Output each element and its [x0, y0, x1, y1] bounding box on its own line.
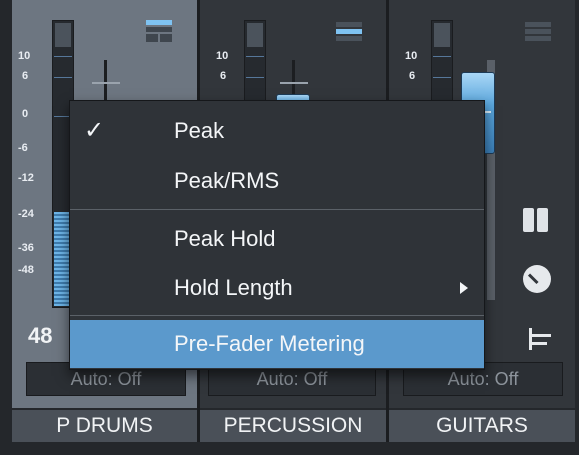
meter-mode-icon[interactable] [336, 22, 362, 46]
unity-mark [92, 82, 120, 84]
menu-item-pre-fader-metering[interactable]: Pre-Fader Metering [70, 320, 484, 368]
channel-name-label[interactable]: P DRUMS [12, 410, 197, 442]
scale-label: 10 [18, 50, 31, 62]
menu-item-peak[interactable]: ✓ Peak [70, 107, 484, 155]
scale-label: 6 [220, 70, 227, 82]
menu-item-label: Pre-Fader Metering [174, 331, 365, 356]
unity-mark [280, 82, 308, 84]
meter-context-menu: ✓ Peak Peak/RMS Peak Hold Hold Length Pr… [69, 100, 485, 370]
level-readout: 48 [28, 323, 53, 348]
scale-label: 10 [405, 50, 418, 62]
scale-label: -6 [18, 142, 28, 154]
routing-icon[interactable] [525, 328, 553, 350]
panel-toggle-icon[interactable] [523, 208, 549, 232]
menu-item-label: Peak/RMS [174, 168, 280, 193]
channel-name-label[interactable]: GUITARS [389, 410, 575, 442]
menu-separator [70, 209, 484, 210]
menu-item-label: Peak [174, 118, 225, 143]
scale-label: 6 [22, 70, 29, 82]
channel-name-label[interactable]: PERCUSSION [200, 410, 386, 442]
menu-item-hold-length[interactable]: Hold Length [70, 264, 484, 312]
menu-separator [70, 315, 484, 316]
submenu-arrow-icon [460, 282, 468, 294]
scale-label: -24 [18, 208, 34, 220]
scale-label: -48 [18, 264, 34, 276]
meter-mode-icon[interactable] [146, 20, 172, 44]
check-icon: ✓ [84, 117, 105, 144]
meter-mode-icon[interactable] [525, 22, 551, 46]
scale-label: 10 [216, 50, 229, 62]
menu-item-label: Hold Length [174, 275, 293, 300]
scale-label: -36 [18, 242, 34, 254]
scale-label: 0 [22, 108, 29, 120]
menu-item-peak-hold[interactable]: Peak Hold [70, 215, 484, 263]
menu-item-label: Peak Hold [174, 226, 276, 251]
scale-label: 6 [409, 70, 416, 82]
scale-label: -12 [18, 172, 34, 184]
menu-item-peak-rms[interactable]: Peak/RMS [70, 157, 484, 205]
pan-knob-icon[interactable] [523, 265, 551, 293]
